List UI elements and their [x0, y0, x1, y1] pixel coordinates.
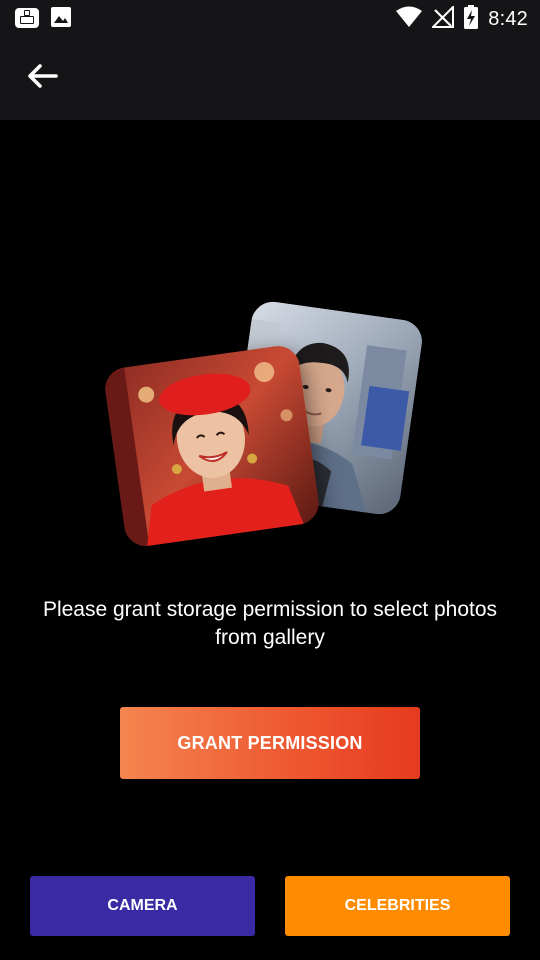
app-bar — [0, 36, 540, 120]
back-button[interactable] — [16, 58, 68, 98]
gallery-illustration — [100, 298, 440, 560]
status-bar-notifications — [14, 6, 72, 35]
woman-in-red-beret-photo — [102, 343, 322, 549]
app-notification-icon — [14, 6, 40, 35]
grant-permission-button[interactable]: GRANT PERMISSION — [120, 707, 420, 779]
status-time: 8:42 — [488, 8, 528, 30]
camera-button[interactable]: CAMERA — [30, 876, 255, 936]
permission-message: Please grant storage permission to selec… — [42, 598, 498, 649]
no-signal-icon — [430, 4, 455, 33]
image-notification-icon — [50, 6, 72, 35]
battery-charging-icon — [464, 5, 479, 34]
status-bar-system: 8:42 — [396, 4, 528, 34]
status-bar: 8:42 — [0, 0, 540, 36]
wifi-icon — [396, 6, 423, 33]
arrow-left-icon — [26, 63, 58, 94]
celebrities-button[interactable]: CELEBRITIES — [285, 876, 510, 936]
